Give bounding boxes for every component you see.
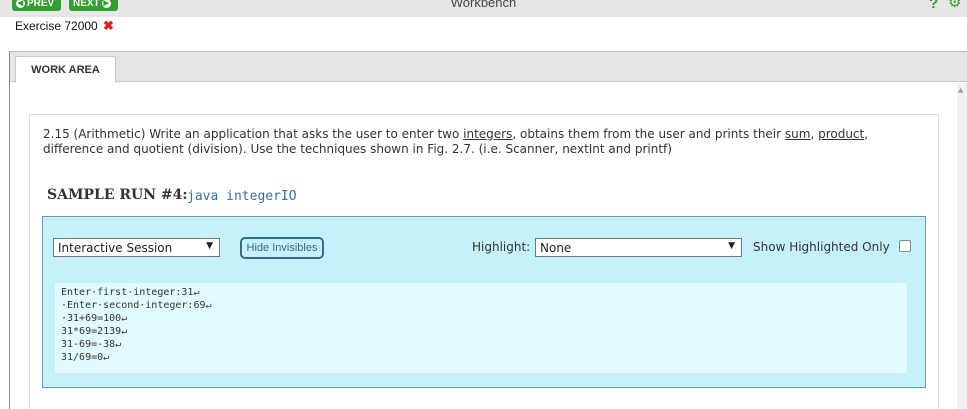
hide-invisibles-button[interactable]: Hide Invisibles — [240, 237, 324, 259]
scroll-up-icon[interactable]: ▲ — [958, 86, 963, 94]
problem-sep: , — [810, 127, 819, 141]
scrollbar[interactable] — [957, 83, 967, 409]
output-line: Enter·first·integer:31↵ — [61, 287, 200, 298]
output-line: 31-69=-38↵ — [61, 339, 122, 350]
help-icon[interactable]: ? — [929, 0, 938, 12]
dropdown-arrow-icon: ▼ — [728, 241, 735, 251]
show-highlighted-label: Show Highlighted Only — [753, 240, 890, 254]
output-line: ·Enter·second·integer:69↵ — [61, 300, 212, 311]
sum-link[interactable]: sum — [785, 127, 811, 141]
highlight-label: Highlight: — [472, 240, 531, 254]
tab-work-area[interactable]: WORK AREA — [15, 56, 116, 83]
output-line: 31/69=0↵ — [61, 352, 110, 363]
output-line: 31*69=2139↵ — [61, 326, 128, 337]
highlight-select[interactable]: None ▼ — [535, 238, 742, 257]
output-line: ·31+69=100↵ — [61, 313, 128, 324]
session-mode-select[interactable]: Interactive Session ▼ — [53, 238, 220, 257]
problem-mid: , obtains them from the user and prints … — [512, 127, 785, 141]
problem-prefix: 2.15 (Arithmetic) Write an application t… — [43, 127, 464, 141]
gear-icon[interactable]: ⚙ — [948, 0, 961, 10]
session-mode-value: Interactive Session — [58, 240, 173, 255]
output-lines: Enter·first·integer:31↵ ·Enter·second·int… — [61, 286, 212, 364]
problem-statement: 2.15 (Arithmetic) Write an application t… — [43, 127, 923, 157]
exercise-label: Exercise 72000 — [15, 19, 98, 33]
remove-icon[interactable]: ✖ — [103, 18, 114, 34]
dropdown-arrow-icon: ▼ — [206, 241, 213, 251]
window-title: Workbench — [450, 0, 517, 10]
highlight-value: None — [540, 240, 572, 255]
tab-strip — [10, 52, 967, 82]
sample-run-command: java integerIO — [187, 189, 297, 204]
show-highlighted-checkbox[interactable] — [899, 240, 911, 252]
integers-link[interactable]: integers — [463, 127, 512, 141]
product-link[interactable]: product — [818, 127, 864, 141]
sample-run-label: SAMPLE RUN #4: — [47, 187, 188, 203]
